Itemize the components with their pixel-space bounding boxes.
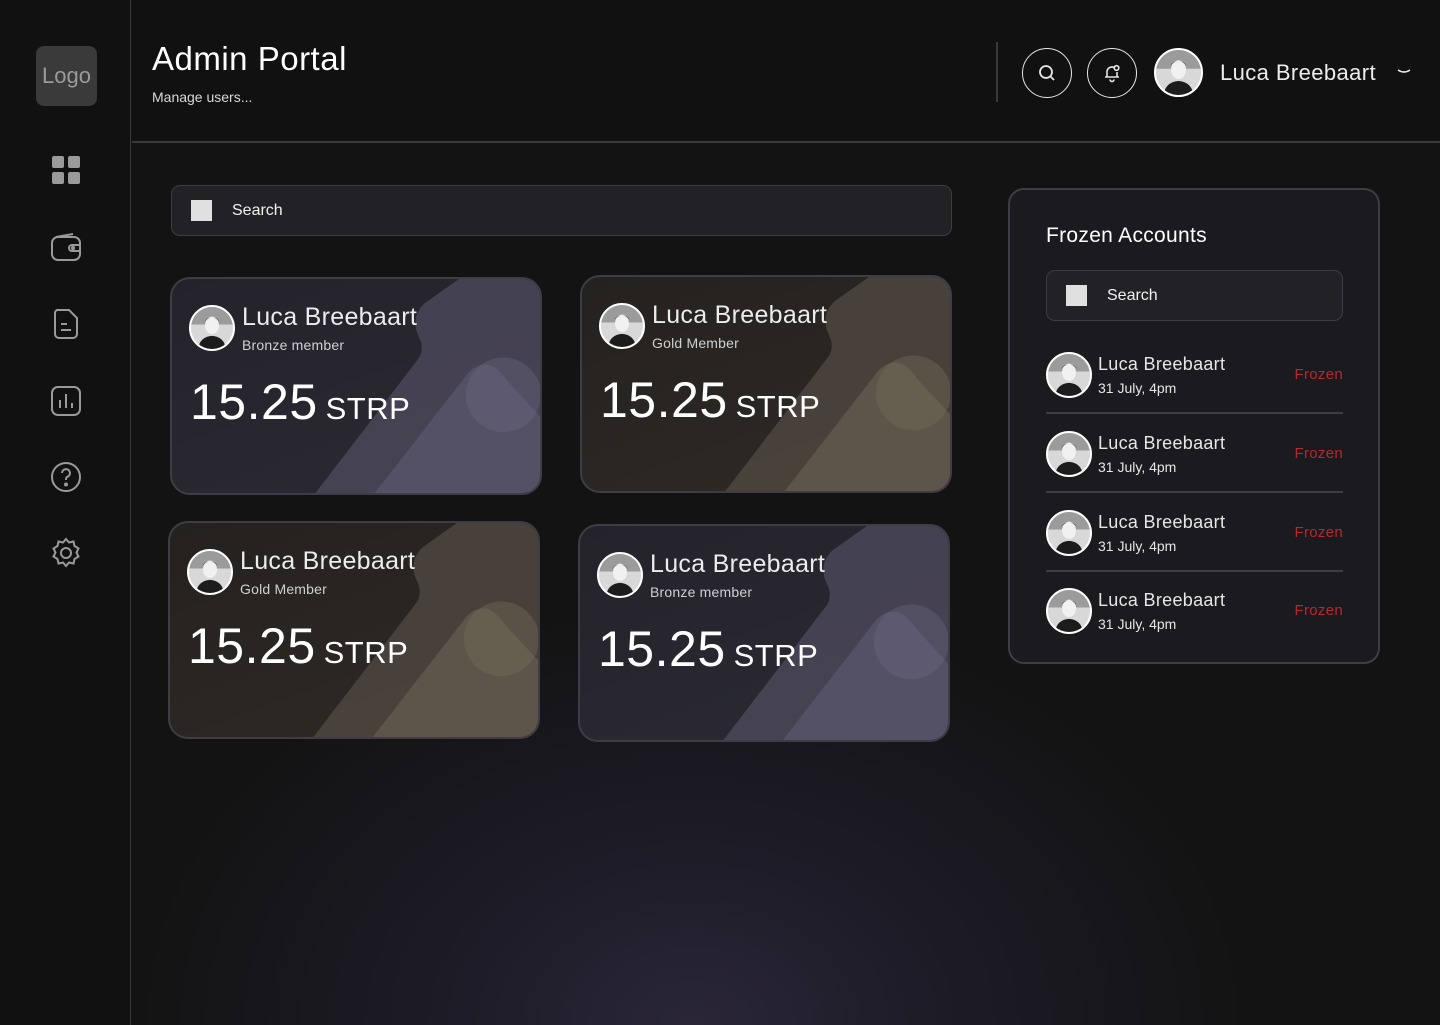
member-avatar	[597, 552, 643, 598]
notifications-button[interactable]	[1087, 48, 1137, 98]
member-name: Luca Breebaart	[242, 303, 418, 331]
main-area: Admin Portal Manage users... Luca Breeba…	[132, 0, 1440, 1025]
chevron-down-icon[interactable]	[1396, 64, 1412, 80]
person-avatar-icon	[601, 305, 643, 347]
account-avatar	[1046, 510, 1092, 556]
search-icon	[1039, 65, 1055, 81]
member-balance: 15.25 STRP	[188, 617, 408, 675]
person-avatar-icon	[599, 554, 641, 596]
user-avatar[interactable]	[1154, 48, 1203, 97]
balance-unit: STRP	[733, 638, 819, 673]
settings-icon	[52, 537, 80, 568]
search-checkbox-icon	[1066, 285, 1087, 306]
bell-icon	[1105, 64, 1120, 83]
balance-unit: STRP	[323, 635, 409, 670]
nav-reports[interactable]	[46, 381, 86, 421]
nav-settings[interactable]	[46, 533, 86, 573]
member-tier: Gold Member	[652, 335, 740, 351]
nav-help[interactable]	[46, 457, 86, 497]
balance-amount: 15.25	[600, 372, 728, 428]
person-avatar-icon	[1156, 50, 1201, 95]
account-name: Luca Breebaart	[1098, 354, 1226, 374]
member-avatar	[599, 303, 645, 349]
account-date: 31 July, 4pm	[1098, 616, 1177, 632]
top-bar: Admin Portal Manage users... Luca Breeba…	[132, 0, 1440, 143]
member-card[interactable]: Luca Breebaart Bronze member 15.25 STRP	[578, 524, 950, 742]
member-balance: 15.25 STRP	[600, 371, 820, 429]
account-avatar	[1046, 352, 1092, 398]
nav-wallet[interactable]	[46, 228, 86, 268]
member-card[interactable]: Luca Breebaart Bronze member 15.25 STRP	[170, 277, 542, 495]
account-avatar	[1046, 431, 1092, 477]
page-subtitle: Manage users...	[152, 89, 253, 105]
person-avatar-icon	[1048, 433, 1090, 475]
member-name: Luca Breebaart	[240, 547, 416, 575]
member-avatar	[187, 549, 233, 595]
sidebar: Logo	[0, 0, 131, 1025]
dashboard-icon	[52, 156, 80, 184]
frozen-search-input[interactable]: Search	[1046, 270, 1343, 321]
search-checkbox-icon	[191, 200, 212, 221]
search-input[interactable]: Search	[171, 185, 952, 236]
member-card[interactable]: Luca Breebaart Gold Member 15.25 STRP	[580, 275, 952, 493]
person-avatar-icon	[1048, 354, 1090, 396]
row-divider	[1046, 570, 1343, 572]
person-avatar-icon	[1048, 512, 1090, 554]
page-title: Admin Portal	[152, 40, 347, 77]
account-date: 31 July, 4pm	[1098, 380, 1177, 396]
row-divider	[1046, 491, 1343, 493]
header-divider	[996, 42, 998, 102]
nav-documents[interactable]	[46, 304, 86, 344]
search-placeholder: Search	[232, 201, 283, 219]
person-avatar-icon	[191, 307, 233, 349]
status-badge: Frozen	[1294, 445, 1343, 462]
row-divider	[1046, 412, 1343, 414]
account-date: 31 July, 4pm	[1098, 538, 1177, 554]
account-avatar	[1046, 588, 1092, 634]
frozen-accounts-title: Frozen Accounts	[1046, 224, 1207, 247]
member-tier: Bronze member	[650, 584, 753, 600]
balance-unit: STRP	[325, 391, 411, 426]
document-icon	[53, 309, 78, 339]
account-name: Luca Breebaart	[1098, 590, 1226, 610]
person-avatar-icon	[1048, 590, 1090, 632]
frozen-account-row[interactable]: Luca Breebaart 31 July, 4pm Frozen	[1046, 429, 1343, 507]
balance-amount: 15.25	[190, 374, 318, 430]
balance-amount: 15.25	[188, 618, 316, 674]
search-placeholder: Search	[1107, 286, 1158, 304]
help-icon	[51, 462, 81, 492]
user-name[interactable]: Luca Breebaart	[1220, 60, 1376, 86]
account-name: Luca Breebaart	[1098, 512, 1226, 532]
frozen-account-row[interactable]: Luca Breebaart 31 July, 4pm Frozen	[1046, 586, 1343, 664]
status-badge: Frozen	[1294, 602, 1343, 619]
person-avatar-icon	[189, 551, 231, 593]
member-tier: Gold Member	[240, 581, 328, 597]
status-badge: Frozen	[1294, 524, 1343, 541]
member-name: Luca Breebaart	[650, 550, 826, 578]
account-name: Luca Breebaart	[1098, 433, 1226, 453]
account-date: 31 July, 4pm	[1098, 459, 1177, 475]
wallet-icon	[51, 233, 81, 261]
status-badge: Frozen	[1294, 366, 1343, 383]
frozen-account-row[interactable]: Luca Breebaart 31 July, 4pm Frozen	[1046, 350, 1343, 428]
frozen-account-row[interactable]: Luca Breebaart 31 July, 4pm Frozen	[1046, 508, 1343, 586]
member-tier: Bronze member	[242, 337, 345, 353]
frozen-accounts-panel: Frozen Accounts Search Luca Breebaart 31…	[1008, 188, 1380, 664]
search-button[interactable]	[1022, 48, 1072, 98]
member-card[interactable]: Luca Breebaart Gold Member 15.25 STRP	[168, 521, 540, 739]
chart-icon	[51, 386, 81, 416]
nav-dashboard[interactable]	[46, 150, 86, 190]
member-avatar	[189, 305, 235, 351]
member-balance: 15.25 STRP	[598, 620, 818, 678]
logo[interactable]: Logo	[36, 46, 97, 106]
member-name: Luca Breebaart	[652, 301, 828, 329]
balance-amount: 15.25	[598, 621, 726, 677]
member-balance: 15.25 STRP	[190, 373, 410, 431]
balance-unit: STRP	[735, 389, 821, 424]
